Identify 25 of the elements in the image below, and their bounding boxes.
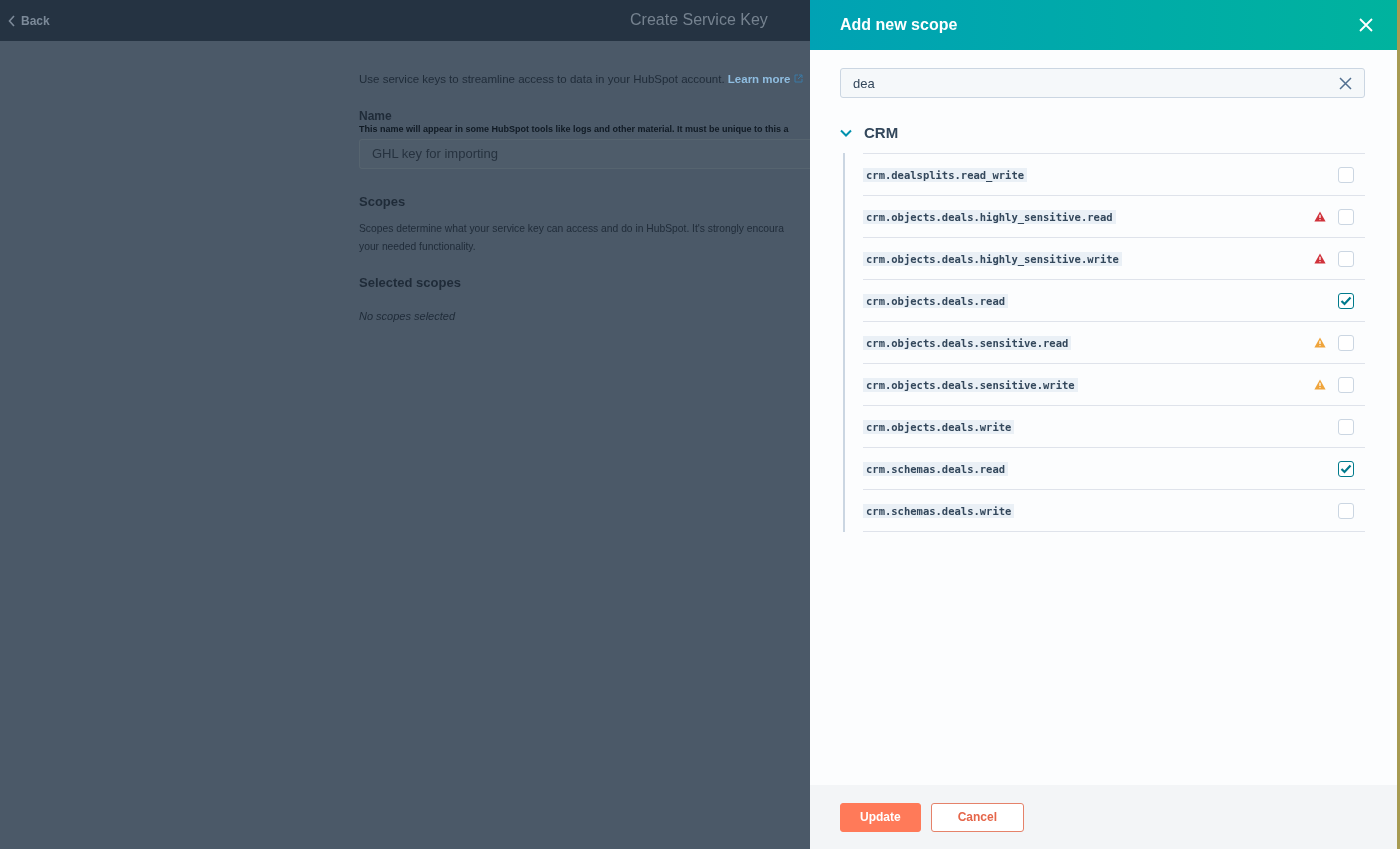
scope-name: crm.dealsplits.read_write [863, 167, 1028, 182]
scope-name: crm.schemas.deals.write [863, 503, 1015, 518]
scope-name: crm.schemas.deals.read [863, 461, 1009, 476]
clear-icon[interactable] [1339, 76, 1352, 90]
chevron-icon [840, 128, 852, 137]
group-toggle[interactable]: CRM [840, 124, 1365, 141]
scope-name: crm.objects.deals.write [863, 419, 1015, 434]
back-link[interactable]: Back [8, 13, 50, 28]
external-link-icon [793, 74, 803, 83]
scope-name: crm.objects.deals.highly_sensitive.write [863, 251, 1122, 266]
checkbox[interactable] [1338, 460, 1354, 477]
scope-name: crm.objects.deals.highly_sensitive.read [863, 209, 1116, 224]
search-field[interactable]: dea [840, 68, 1365, 98]
update-button[interactable]: Update [840, 802, 921, 832]
panel-title: Add new scope [840, 16, 958, 34]
learn-more-link[interactable]: Learn more [727, 73, 803, 85]
page-title: Create Service Key [630, 11, 768, 29]
scope-name: crm.objects.deals.read [863, 293, 1009, 308]
scope-name: crm.objects.deals.sensitive.write [863, 377, 1078, 392]
cancel-button[interactable]: Cancel [930, 802, 1025, 832]
close-icon[interactable] [1359, 18, 1373, 32]
checkbox[interactable] [1338, 292, 1354, 309]
scope-name: crm.objects.deals.sensitive.read [863, 335, 1072, 350]
help-text: This name will appear in some HubSpot tools like logs and other material. It must be unique to this a [359, 124, 790, 134]
back-chevron-icon [8, 14, 16, 27]
